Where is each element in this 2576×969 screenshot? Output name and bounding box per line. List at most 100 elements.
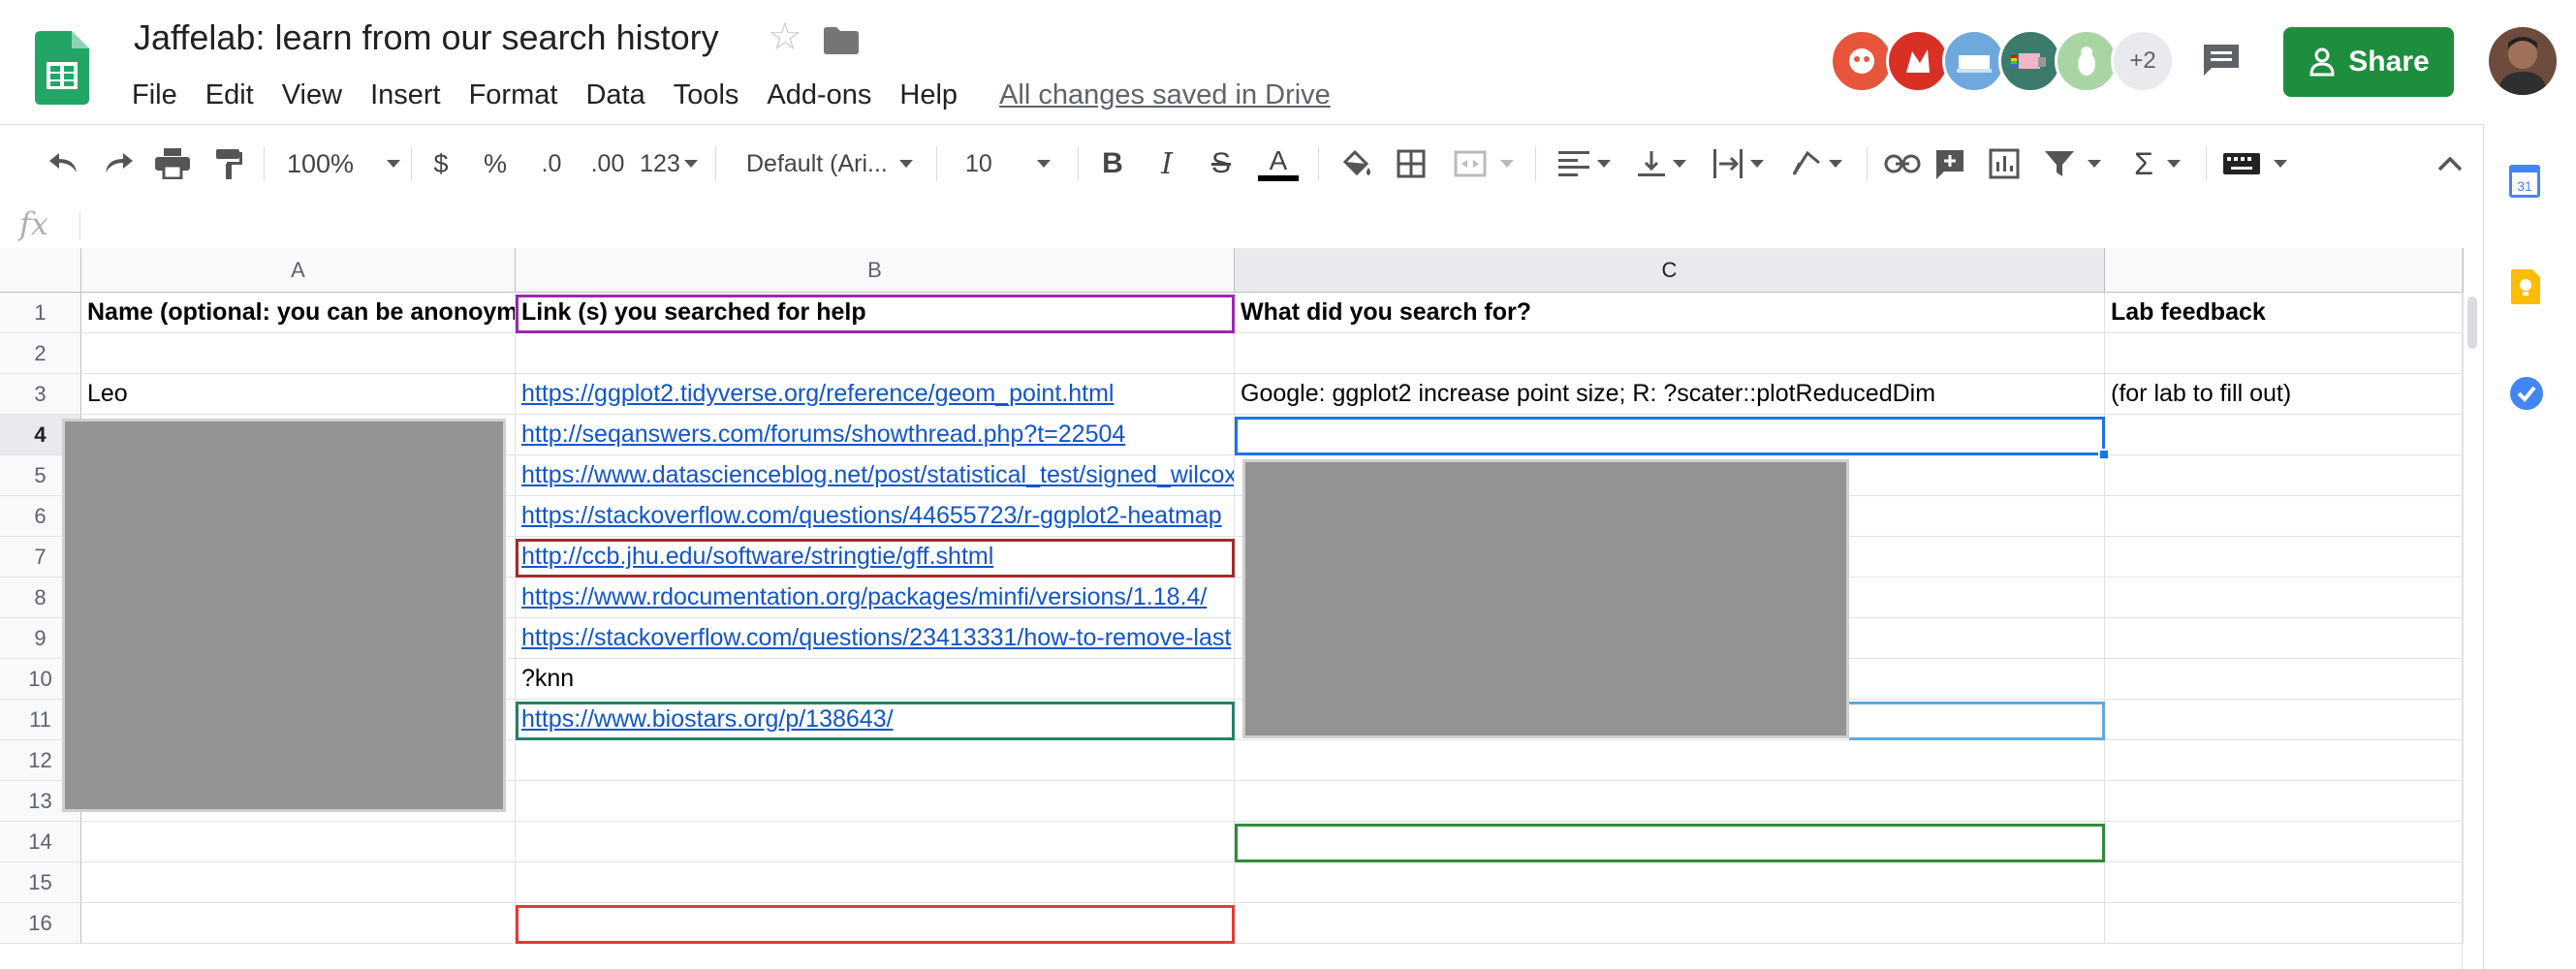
keep-icon[interactable] (2511, 269, 2540, 304)
currency-format-button[interactable]: $ (426, 142, 456, 185)
row-header-2[interactable]: 2 (0, 333, 81, 374)
cell-b15[interactable] (516, 862, 1235, 903)
cell-b14[interactable] (516, 822, 1235, 862)
undo-icon[interactable] (45, 142, 83, 185)
cell-b7[interactable]: http://ccb.jhu.edu/software/stringtie/gf… (516, 537, 1235, 578)
bold-button[interactable]: B (1097, 142, 1128, 185)
cell-c2[interactable] (1235, 333, 2105, 374)
cell-c16[interactable] (1235, 903, 2105, 944)
collaborator-avatar[interactable] (1998, 29, 2062, 93)
cell-b5[interactable]: https://www.datascienceblog.net/post/sta… (516, 455, 1235, 496)
strikethrough-button[interactable]: S (1206, 142, 1237, 185)
document-title[interactable]: Jaffelab: learn from our search history (134, 17, 719, 58)
merge-cells-icon[interactable] (1452, 142, 1516, 185)
cell-a14[interactable] (81, 822, 516, 862)
cell-c4[interactable] (1235, 415, 2105, 455)
cell-a16[interactable] (81, 903, 516, 944)
google-sheets-logo-icon[interactable] (35, 31, 89, 105)
cell-d11[interactable] (2105, 700, 2464, 740)
functions-icon[interactable]: Σ (2126, 142, 2188, 185)
cell-c1[interactable]: What did you search for? (1235, 293, 2105, 333)
column-header-c[interactable]: C (1235, 248, 2105, 293)
collaborator-avatar[interactable] (1942, 29, 2006, 93)
cell-b9[interactable]: https://stackoverflow.com/questions/2341… (516, 618, 1235, 659)
menu-tools[interactable]: Tools (674, 79, 739, 111)
star-icon[interactable]: ☆ (768, 17, 802, 56)
cell-b16[interactable] (516, 903, 1235, 944)
column-header-a[interactable]: A (81, 248, 516, 293)
cell-d16[interactable] (2105, 903, 2464, 944)
cell-c12[interactable] (1235, 740, 2105, 781)
menu-insert[interactable]: Insert (370, 79, 441, 111)
cell-d2[interactable] (2105, 333, 2464, 374)
horizontal-align-icon[interactable] (1555, 142, 1615, 185)
font-family-select[interactable]: Default (Ari... (746, 142, 921, 185)
cell-b2[interactable] (516, 333, 1235, 374)
cell-c14[interactable] (1235, 822, 2105, 862)
cell-b12[interactable] (516, 740, 1235, 781)
cell-d12[interactable] (2105, 740, 2464, 781)
fill-color-icon[interactable] (1337, 142, 1374, 185)
filter-icon[interactable] (2041, 142, 2105, 185)
cell-c13[interactable] (1235, 781, 2105, 822)
cell-d15[interactable] (2105, 862, 2464, 903)
column-header-d[interactable] (2105, 248, 2464, 293)
decrease-decimal-button[interactable]: .0 (531, 142, 572, 185)
menu-file[interactable]: File (132, 79, 177, 111)
menu-help[interactable]: Help (899, 79, 958, 111)
cell-c15[interactable] (1235, 862, 2105, 903)
insert-comment-icon[interactable] (1932, 142, 1967, 185)
save-status-link[interactable]: All changes saved in Drive (999, 79, 1331, 111)
menu-data[interactable]: Data (585, 79, 644, 111)
cell-b4[interactable]: http://seqanswers.com/forums/showthread.… (516, 415, 1235, 455)
text-rotation-icon[interactable] (1785, 142, 1847, 185)
cell-d8[interactable] (2105, 578, 2464, 618)
column-header-b[interactable]: B (516, 248, 1235, 293)
redo-icon[interactable] (99, 142, 138, 185)
borders-icon[interactable] (1394, 142, 1429, 185)
more-formats-select[interactable]: 123 (638, 142, 700, 185)
collaborator-avatar[interactable] (1830, 29, 1894, 93)
tasks-icon[interactable] (2509, 376, 2544, 411)
cell-b6[interactable]: https://stackoverflow.com/questions/4465… (516, 496, 1235, 537)
cell-a2[interactable] (81, 333, 516, 374)
row-header-16[interactable]: 16 (0, 903, 81, 944)
select-all-corner[interactable] (0, 248, 81, 293)
row-header-1[interactable]: 1 (0, 293, 81, 333)
cell-d4[interactable] (2105, 415, 2464, 455)
cell-b8[interactable]: https://www.rdocumentation.org/packages/… (516, 578, 1235, 618)
cell-d14[interactable] (2105, 822, 2464, 862)
percent-format-button[interactable]: % (479, 142, 512, 185)
cell-d1[interactable]: Lab feedback (2105, 293, 2464, 333)
collaborator-avatar[interactable] (2055, 29, 2119, 93)
calendar-icon[interactable]: 31 (2509, 163, 2540, 198)
italic-button[interactable]: I (1151, 142, 1182, 185)
insert-chart-icon[interactable] (1987, 142, 2022, 185)
print-icon[interactable] (153, 142, 192, 185)
insert-link-icon[interactable] (1880, 142, 1925, 185)
more-collaborators-badge[interactable]: +2 (2111, 29, 2175, 93)
menu-edit[interactable]: Edit (205, 79, 254, 111)
cell-d6[interactable] (2105, 496, 2464, 537)
vertical-scrollbar-thumb[interactable] (2467, 297, 2477, 349)
cell-d13[interactable] (2105, 781, 2464, 822)
share-button[interactable]: Share (2283, 27, 2454, 97)
menu-view[interactable]: View (282, 79, 342, 111)
menu-format[interactable]: Format (469, 79, 558, 111)
cell-a15[interactable] (81, 862, 516, 903)
cell-d3[interactable]: (for lab to fill out) (2105, 374, 2464, 415)
cell-d9[interactable] (2105, 618, 2464, 659)
comment-icon[interactable] (2202, 43, 2241, 78)
cell-b3[interactable]: https://ggplot2.tidyverse.org/reference/… (516, 374, 1235, 415)
row-header-3[interactable]: 3 (0, 374, 81, 415)
cell-d7[interactable] (2105, 537, 2464, 578)
menu-add-ons[interactable]: Add-ons (767, 79, 871, 111)
collapse-toolbar-icon[interactable] (2433, 142, 2467, 185)
folder-icon[interactable] (824, 27, 859, 54)
cell-d10[interactable] (2105, 659, 2464, 700)
font-size-select[interactable]: 10 (965, 142, 1062, 185)
text-wrapping-icon[interactable] (1708, 142, 1770, 185)
cell-a3[interactable]: Leo (81, 374, 516, 415)
cell-b10[interactable]: ?knn (516, 659, 1235, 700)
vertical-align-icon[interactable] (1634, 142, 1690, 185)
